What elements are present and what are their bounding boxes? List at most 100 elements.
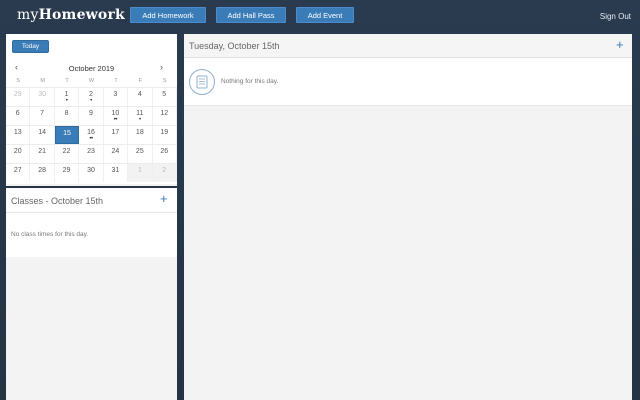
calendar: Today ‹ October 2019 › S M T W T F S 29 3… — [6, 34, 177, 184]
day-title: Tuesday, October 15th — [189, 41, 280, 51]
calendar-week: 13 14 15 16 •• 17 18 19 — [6, 125, 177, 144]
day-number: 19 — [160, 129, 169, 136]
event-dots: • — [139, 117, 141, 123]
event-dots: • — [90, 98, 92, 104]
weekday-label: T — [114, 78, 118, 84]
calendar-day[interactable]: 8 — [55, 107, 80, 125]
day-number: 25 — [135, 148, 144, 155]
logo-prefix: my — [17, 7, 39, 23]
calendar-day[interactable]: 17 — [104, 126, 129, 144]
day-panel: Tuesday, October 15th + Nothing for this… — [184, 34, 632, 400]
weekday-label: M — [40, 78, 45, 84]
sign-out-link[interactable]: Sign Out — [600, 12, 631, 21]
day-number: 18 — [135, 129, 144, 136]
day-items: Nothing for this day. — [184, 58, 632, 106]
day-number: 30 — [38, 91, 47, 98]
calendar-day[interactable]: 1 • — [55, 88, 80, 106]
day-number: 13 — [13, 129, 22, 136]
calendar-day[interactable]: 24 — [104, 145, 129, 163]
calendar-week: 20 21 22 23 24 25 26 — [6, 144, 177, 163]
calendar-day[interactable]: 11 • — [128, 107, 153, 125]
day-header: Tuesday, October 15th + — [184, 34, 632, 58]
day-number: 21 — [38, 148, 47, 155]
day-number: 14 — [38, 129, 47, 136]
day-number: 1 — [137, 167, 142, 174]
calendar-day[interactable]: 7 — [30, 107, 55, 125]
day-number: 1 — [64, 91, 69, 98]
calendar-day[interactable]: 26 — [153, 145, 177, 163]
weekday-label: S — [16, 78, 21, 84]
calendar-day-selected[interactable]: 15 — [54, 126, 80, 144]
calendar-day[interactable]: 29 — [6, 88, 31, 106]
today-button[interactable]: Today — [12, 40, 49, 53]
calendar-day[interactable]: 4 — [128, 88, 153, 106]
calendar-day[interactable]: 22 — [55, 145, 80, 163]
calendar-day[interactable]: 10 •• — [104, 107, 129, 125]
day-number: 29 — [62, 167, 71, 174]
calendar-day[interactable]: 23 — [79, 145, 104, 163]
add-event-button[interactable]: Add Event — [296, 7, 354, 23]
day-number: 9 — [89, 110, 93, 117]
add-item-plus-icon[interactable]: + — [616, 38, 624, 51]
classes-title: Classes - October 15th — [11, 196, 104, 206]
weekday-label: S — [162, 78, 167, 84]
day-number: 7 — [40, 110, 45, 117]
day-number: 2 — [89, 91, 93, 98]
calendar-day[interactable]: 30 — [79, 164, 104, 182]
calendar-day[interactable]: 30 — [30, 88, 55, 106]
day-number: 30 — [87, 167, 95, 174]
calendar-grid: S M T W T F S 29 30 1 • 2 • 3 4 5 6 7 8 9 10 •• 11 • 12 13… — [6, 75, 177, 182]
day-number: 26 — [160, 148, 169, 155]
calendar-day[interactable]: 14 — [30, 126, 55, 144]
calendar-day[interactable]: 29 — [55, 164, 80, 182]
calendar-day[interactable]: 21 — [30, 145, 55, 163]
day-number: 4 — [137, 91, 142, 98]
calendar-day[interactable]: 2 — [152, 164, 177, 182]
day-number: 16 — [87, 129, 95, 136]
calendar-day[interactable]: 1 — [128, 164, 153, 182]
day-number: 6 — [15, 110, 20, 117]
calendar-day[interactable]: 3 — [104, 88, 129, 106]
weekday-label: W — [88, 78, 95, 84]
classes-empty-message: No class times for this day. — [11, 231, 89, 238]
calendar-day[interactable]: 20 — [6, 145, 31, 163]
calendar-day[interactable]: 19 — [153, 126, 177, 144]
add-class-plus-icon[interactable]: + — [160, 192, 168, 205]
day-number: 22 — [62, 148, 71, 155]
day-number: 15 — [63, 130, 71, 137]
calendar-day[interactable]: 27 — [6, 164, 31, 182]
calendar-week: 6 7 8 9 10 •• 11 • 12 — [6, 106, 177, 125]
day-number: 12 — [160, 110, 169, 117]
day-number: 23 — [87, 148, 95, 155]
event-dots: • — [65, 98, 68, 104]
add-hall-pass-button[interactable]: Add Hall Pass — [216, 7, 286, 23]
day-number: 29 — [13, 91, 22, 98]
day-number: 27 — [13, 167, 22, 174]
day-number: 17 — [111, 129, 120, 136]
day-number: 28 — [38, 167, 47, 174]
calendar-day[interactable]: 18 — [128, 126, 153, 144]
day-number: 3 — [113, 91, 118, 98]
calendar-day[interactable]: 25 — [128, 145, 153, 163]
divider — [6, 212, 177, 213]
app-logo[interactable]: myHomework — [17, 7, 125, 23]
event-dots: •• — [89, 136, 93, 142]
calendar-day[interactable]: 28 — [30, 164, 55, 182]
weekday-label: T — [65, 78, 69, 84]
calendar-day[interactable]: 6 — [6, 107, 31, 125]
day-number: 10 — [111, 110, 120, 117]
add-homework-button[interactable]: Add Homework — [130, 7, 206, 23]
calendar-day[interactable]: 12 — [153, 107, 177, 125]
weekday-header: S M T W T F S — [6, 75, 177, 87]
calendar-day[interactable]: 9 — [79, 107, 104, 125]
document-icon — [189, 69, 215, 95]
calendar-day[interactable]: 31 — [104, 164, 129, 182]
calendar-day[interactable]: 13 — [6, 126, 31, 144]
day-empty-message: Nothing for this day. — [221, 78, 279, 85]
classes-panel: Classes - October 15th + No class times … — [6, 186, 177, 257]
calendar-weeks: 29 30 1 • 2 • 3 4 5 6 7 8 9 10 •• 11 • 12 13 14 15 16 •• 17 18 19… — [6, 87, 177, 182]
calendar-day[interactable]: 5 — [153, 88, 177, 106]
calendar-day[interactable]: 16 •• — [79, 126, 104, 144]
chevron-right-icon[interactable]: › — [160, 62, 163, 72]
calendar-day[interactable]: 2 • — [79, 88, 104, 106]
